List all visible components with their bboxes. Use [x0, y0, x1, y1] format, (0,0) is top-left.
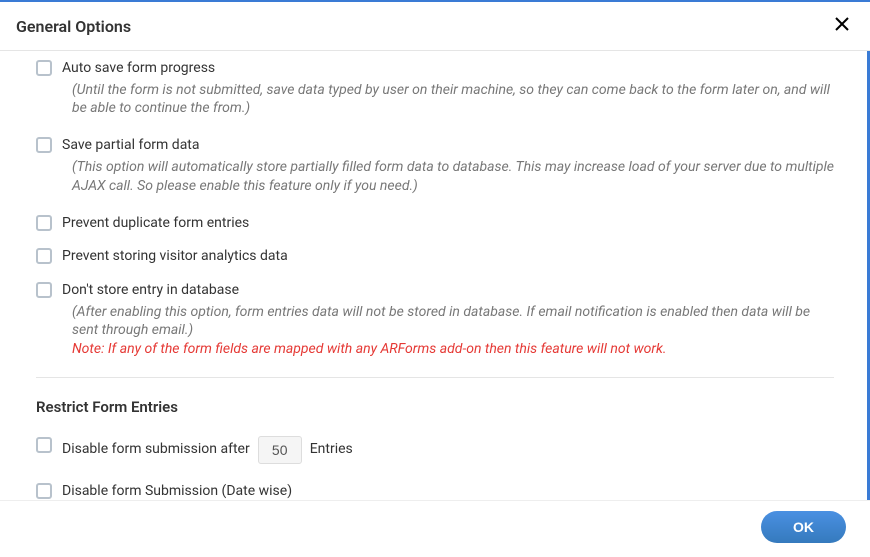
- option-partial: Save partial form data (This option will…: [36, 136, 834, 195]
- dialog-header: General Options: [0, 2, 870, 51]
- dialog-title: General Options: [16, 17, 131, 36]
- nostore-desc: (After enabling this option, form entrie…: [62, 303, 834, 341]
- close-icon: [834, 16, 850, 32]
- option-duplicate: Prevent duplicate form entries: [36, 214, 834, 234]
- dialog-footer: OK: [0, 500, 870, 557]
- autosave-checkbox[interactable]: [36, 60, 52, 76]
- section-divider: [36, 377, 834, 378]
- disable-after-label-after: Entries: [310, 440, 353, 460]
- restrict-section-title: Restrict Form Entries: [36, 398, 834, 416]
- duplicate-label: Prevent duplicate form entries: [62, 214, 834, 234]
- partial-label: Save partial form data: [62, 136, 834, 156]
- option-analytics: Prevent storing visitor analytics data: [36, 247, 834, 267]
- ok-button[interactable]: OK: [761, 511, 846, 543]
- disable-date-checkbox[interactable]: [36, 483, 52, 499]
- dialog-body: Auto save form progress (Until the form …: [0, 51, 870, 500]
- option-disable-after: Disable form submission after Entries: [36, 436, 834, 464]
- duplicate-checkbox[interactable]: [36, 215, 52, 231]
- partial-checkbox[interactable]: [36, 137, 52, 153]
- close-button[interactable]: [830, 12, 854, 40]
- nostore-checkbox[interactable]: [36, 282, 52, 298]
- disable-date-label: Disable form Submission (Date wise): [62, 482, 834, 500]
- option-autosave: Auto save form progress (Until the form …: [36, 59, 834, 118]
- disable-after-label-before: Disable form submission after: [62, 440, 250, 460]
- option-disable-date: Disable form Submission (Date wise): [36, 482, 834, 500]
- analytics-label: Prevent storing visitor analytics data: [62, 247, 834, 267]
- general-options-dialog: General Options Auto save form progress …: [0, 0, 870, 557]
- autosave-desc: (Until the form is not submitted, save d…: [62, 81, 834, 119]
- partial-desc: (This option will automatically store pa…: [62, 158, 834, 196]
- option-nostore: Don't store entry in database (After ena…: [36, 281, 834, 359]
- nostore-label: Don't store entry in database: [62, 281, 834, 301]
- nostore-note: Note: If any of the form fields are mapp…: [62, 340, 834, 359]
- autosave-label: Auto save form progress: [62, 59, 834, 79]
- entries-count-input[interactable]: [258, 436, 302, 464]
- analytics-checkbox[interactable]: [36, 248, 52, 264]
- disable-after-checkbox[interactable]: [36, 437, 52, 453]
